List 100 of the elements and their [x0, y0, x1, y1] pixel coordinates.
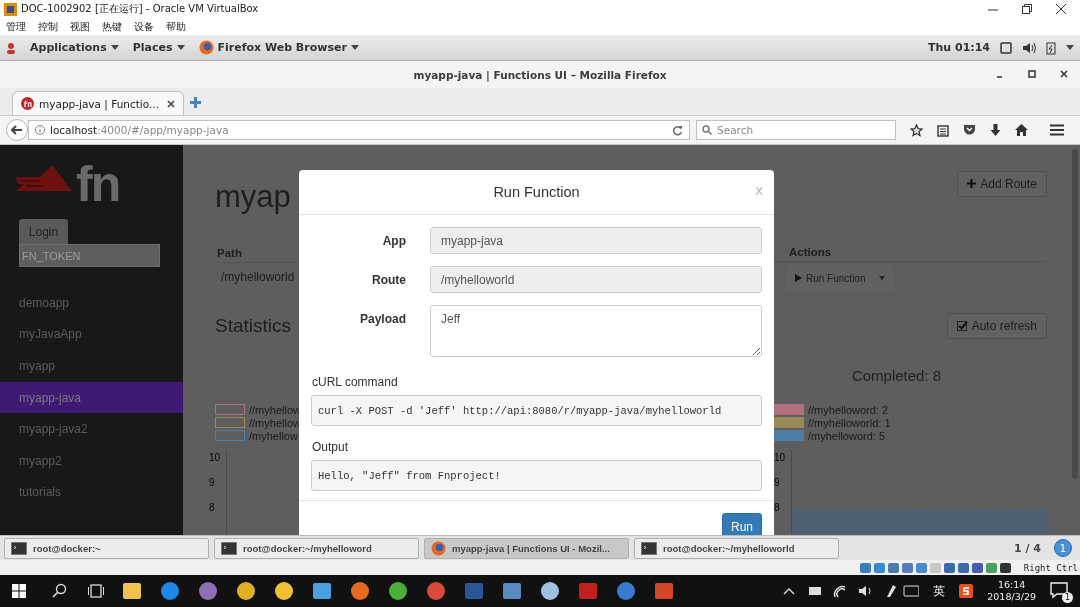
taskbar-clock[interactable]: 16:14 2018/3/29 [987, 579, 1036, 603]
notification-badge: 1 [1062, 592, 1073, 603]
taskbar-window[interactable]: myapp-java | Functions UI - Mozil... [424, 537, 629, 559]
field-label: Payload [358, 311, 406, 326]
axis-tick: 10 [209, 452, 221, 464]
app-icon [21, 97, 34, 110]
taskbar-window[interactable]: root@docker:~ [4, 537, 209, 559]
home-icon[interactable] [1015, 124, 1028, 136]
reload-icon[interactable] [672, 124, 683, 136]
play-icon [795, 274, 802, 282]
axis-tick: 9 [774, 477, 781, 489]
check-icon [956, 321, 968, 331]
window-title: myapp-java | Functions UI – Mozilla Firefox [413, 68, 667, 81]
battery-icon [1046, 40, 1056, 55]
menu-item[interactable]: 帮助 [166, 19, 186, 34]
payload-field[interactable]: Jeff [430, 305, 762, 357]
restore-icon[interactable] [1022, 4, 1032, 14]
close-icon[interactable] [1060, 70, 1068, 78]
notification-icon[interactable] [1050, 581, 1068, 599]
menu-item[interactable]: 视图 [70, 19, 90, 34]
section-title: Statistics [215, 315, 292, 337]
top-menu[interactable]: Applications [30, 41, 119, 54]
app-icon[interactable] [502, 581, 522, 601]
axis-tick: 8 [209, 502, 216, 514]
windows-start-icon[interactable] [12, 584, 26, 598]
terminal-icon [221, 541, 237, 555]
app-icon[interactable] [540, 581, 560, 601]
section-label: Output [312, 440, 350, 454]
column-header: Actions [776, 242, 1047, 262]
maximize-icon[interactable] [1028, 70, 1036, 78]
app-icon[interactable] [160, 581, 180, 601]
volume-icon [1022, 41, 1036, 54]
app-icon[interactable] [122, 581, 142, 601]
user-icon [6, 41, 16, 54]
input-field[interactable]: /myhelloworld [430, 266, 762, 293]
app-icon[interactable] [274, 581, 294, 601]
ime-icon[interactable] [959, 584, 974, 598]
close-icon[interactable] [167, 99, 175, 108]
run-button[interactable]: Run [722, 513, 762, 535]
output-block: Hello, "Jeff" from Fnproject! [311, 460, 762, 491]
star-icon[interactable] [910, 123, 923, 137]
menu-item[interactable]: 控制 [38, 19, 58, 34]
menu-icon[interactable] [1050, 124, 1064, 136]
arrow-left-icon [11, 125, 23, 135]
host-key-label: Right Ctrl [1023, 562, 1078, 573]
download-icon[interactable] [990, 123, 1001, 137]
app-icon[interactable] [388, 581, 408, 601]
input-field[interactable]: myapp-java [430, 227, 762, 254]
legend-label: /myhellow [249, 429, 298, 442]
taskbar-window[interactable]: root@docker:~/myhelloworld [634, 537, 839, 559]
url-field[interactable]: localhost:4000/#/app/myapp-java [28, 120, 690, 140]
legend-label: /myhelloword: 5 [808, 429, 886, 442]
globe-icon [198, 40, 214, 55]
section-label: cURL command [312, 375, 399, 389]
list-icon[interactable] [937, 123, 949, 137]
axis-tick: 8 [774, 502, 781, 514]
menu-item[interactable]: 热键 [102, 19, 122, 34]
page-title: myap [215, 178, 291, 215]
back-button[interactable] [6, 119, 28, 141]
taskbar-window[interactable]: root@docker:~/myhelloword [214, 537, 419, 559]
terminal-icon [641, 541, 657, 555]
axis-tick: 10 [774, 452, 786, 464]
caret-icon[interactable] [1066, 45, 1074, 50]
app-icon [4, 2, 17, 16]
legend-label: //myhelloword: 2 [808, 403, 889, 416]
app-icon[interactable] [236, 581, 256, 601]
pocket-icon[interactable] [963, 124, 976, 136]
search-field[interactable]: Search [696, 120, 896, 140]
table-cell-text: /myhelloworld [220, 269, 296, 286]
square-icon [1000, 41, 1012, 54]
menu-item[interactable]: 管理 [6, 19, 26, 34]
globe-icon [431, 540, 446, 556]
chevron-up-icon[interactable] [783, 587, 796, 595]
app-icon[interactable] [198, 581, 218, 601]
token-field[interactable]: FN_TOKEN [19, 244, 160, 267]
legend-label: //myhellow [249, 403, 301, 416]
caret-icon [110, 45, 119, 50]
caret-icon [176, 45, 185, 50]
top-menu[interactable]: Places [132, 41, 185, 54]
terminal-icon [11, 541, 27, 555]
field-label: Route [371, 272, 406, 287]
top-menu[interactable]: Firefox Web Browser [198, 40, 359, 55]
legend-label: //myhellow [249, 416, 301, 429]
info-icon [35, 125, 45, 135]
chart-title: Completed: 8 [851, 366, 942, 384]
menu-item[interactable]: 设备 [134, 19, 154, 34]
window-title: DOC-1002902 [正在运行] - Oracle VM VirtualBox [21, 2, 259, 16]
task-view-icon[interactable] [88, 584, 104, 598]
caret-icon [350, 45, 359, 50]
logo-text: fn [76, 159, 120, 209]
app-icon[interactable] [350, 581, 370, 601]
workspace-indicator[interactable]: 1 / 4 [1014, 541, 1041, 555]
plus-icon [967, 179, 977, 188]
browser-tab[interactable]: myapp-java | Functio... [12, 91, 184, 115]
app-icon[interactable] [312, 581, 332, 601]
plus-icon[interactable] [190, 97, 201, 108]
dialog-title: Run Function [493, 184, 580, 200]
axis-tick: 9 [209, 477, 216, 489]
close-icon[interactable] [1056, 4, 1066, 14]
clock: Thu 01:14 [928, 41, 990, 54]
